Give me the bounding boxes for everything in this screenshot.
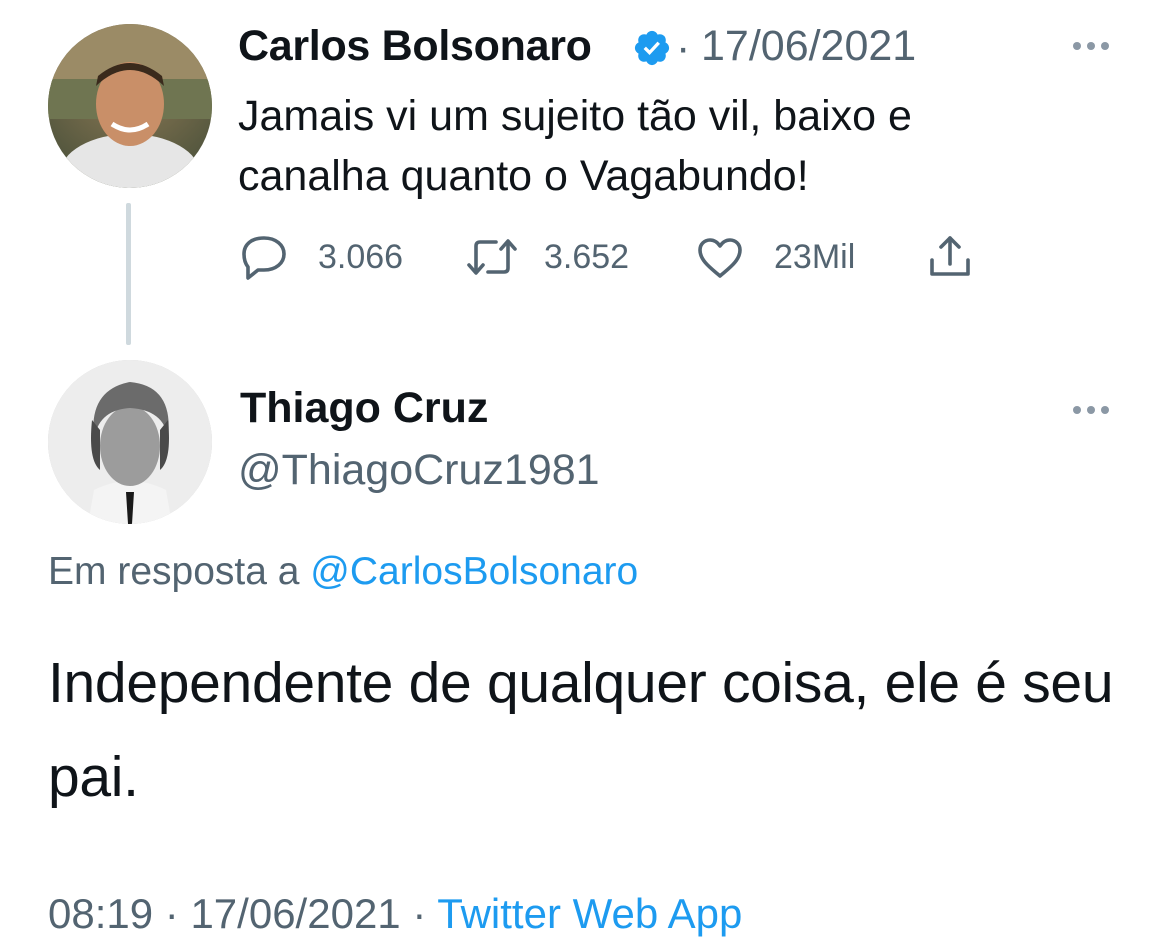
in-reply-to: Em resposta a @CarlosBolsonaro [48,550,638,594]
in-reply-prefix: Em resposta a [48,550,300,593]
thread-line [126,203,131,345]
reply-date[interactable]: 17/06/2021 [190,890,400,937]
reply-action[interactable]: 3.066 [238,232,403,282]
like-count: 23Mil [774,237,856,276]
reply-footer: 08:19 · 17/06/2021 · Twitter Web App [48,890,742,938]
in-reply-mention-link[interactable]: @CarlosBolsonaro [310,550,638,593]
more-icon[interactable] [1073,40,1117,52]
reply-text: Independente de qualquer coisa, ele é se… [48,651,1114,809]
retweet-icon [467,239,517,275]
source-link[interactable]: Twitter Web App [437,890,742,937]
reply-count: 3.066 [318,237,404,276]
reply-author-avatar[interactable] [48,360,212,524]
footer-separator-2: · [412,890,427,937]
tweet-date[interactable]: 17/06/2021 [701,22,916,71]
reply-author-handle[interactable]: @ThiagoCruz1981 [238,446,600,495]
tweet-author-name[interactable]: Carlos Bolsonaro [238,22,592,71]
meta-separator: · [676,24,691,72]
retweet-count: 3.652 [544,237,630,276]
reply-icon [242,236,286,280]
like-action[interactable]: 23Mil [694,232,855,282]
share-action[interactable] [924,232,976,282]
footer-separator: · [164,890,179,937]
like-icon [698,238,742,278]
retweet-action[interactable]: 3.652 [466,232,629,282]
reply-author-name[interactable]: Thiago Cruz [240,384,488,433]
share-icon [930,236,970,276]
more-icon[interactable] [1073,404,1117,416]
verified-badge-icon [632,28,672,68]
tweet-text: Jamais vi um sujeito tão vil, baixo e ca… [238,92,912,200]
reply-time[interactable]: 08:19 [48,890,153,937]
author-avatar[interactable] [48,24,212,188]
